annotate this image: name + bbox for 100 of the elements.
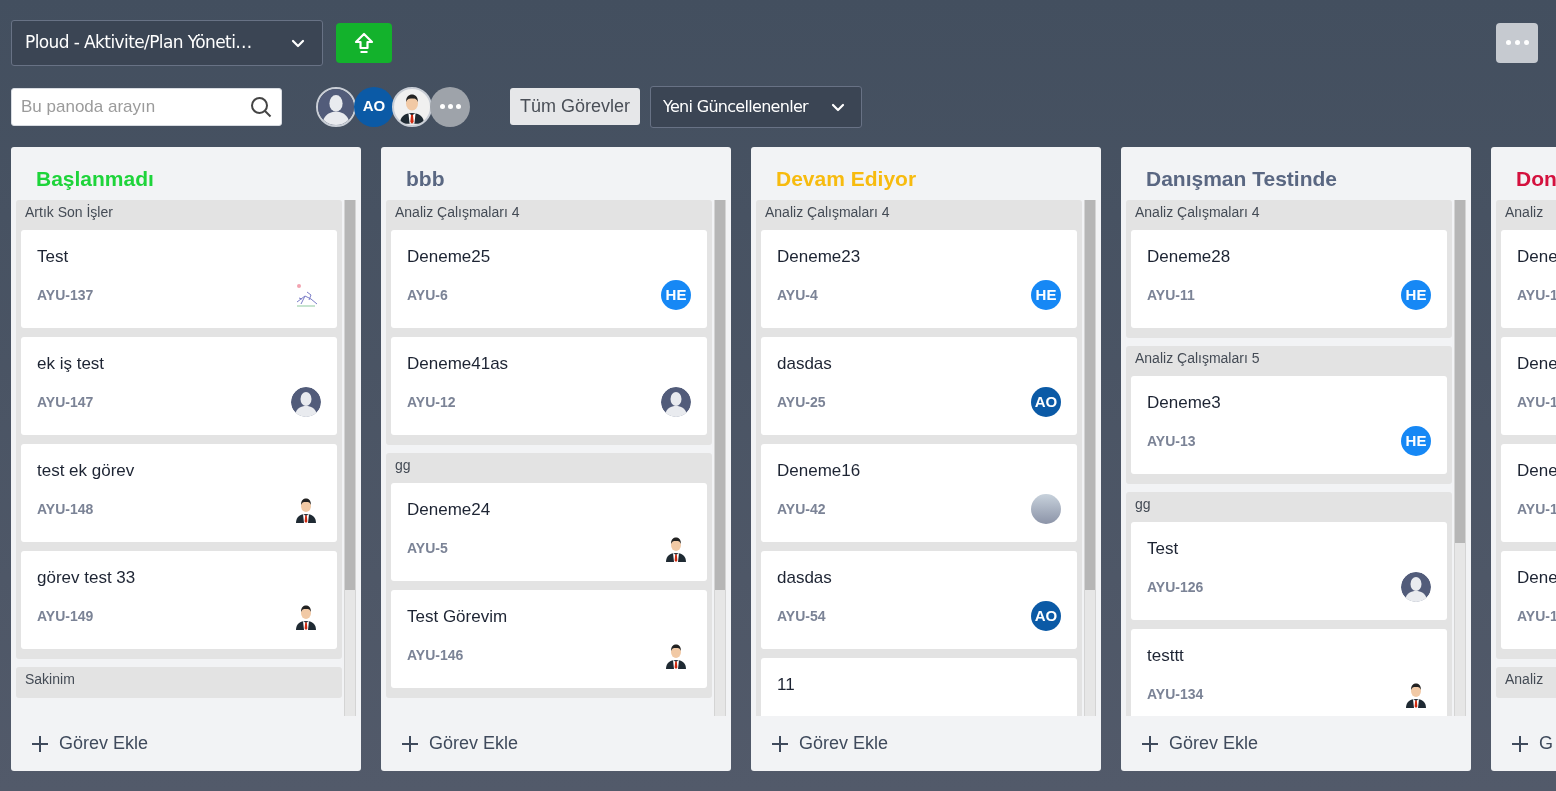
task-card[interactable]: Test Görevim AYU-146 <box>391 590 707 688</box>
task-title: dasdas <box>777 567 833 589</box>
task-id: AYU-148 <box>37 499 94 519</box>
task-id: AYU-134 <box>1147 684 1204 704</box>
task-id: AYU-5 <box>407 538 448 558</box>
task-title: Test <box>37 246 70 268</box>
task-card[interactable]: Test AYU-126 <box>1131 522 1447 620</box>
group-title: Analiz <box>1504 670 1545 689</box>
search-field[interactable]: Bu panoda arayın <box>11 87 282 126</box>
task-id: AYU-126 <box>1147 577 1204 597</box>
task-title: Deneme23 <box>777 246 862 268</box>
task-title: Deneme16 <box>777 460 862 482</box>
column-title: Danışman Testinde <box>1146 165 1337 192</box>
user-avatar: HE <box>1401 426 1431 456</box>
task-card[interactable]: testtt AYU-134 <box>1131 629 1447 716</box>
column-title: bbb <box>406 165 445 192</box>
group-title: Analiz Çalışmaları 4 <box>394 203 521 222</box>
task-card[interactable]: Deneme25 AYU-6 HE <box>391 230 707 328</box>
group-title: Analiz <box>1504 203 1545 222</box>
task-card[interactable]: dasdas AYU-54 AO <box>761 551 1077 649</box>
task-card[interactable]: Test AYU-137 <box>21 230 337 328</box>
add-task-button[interactable]: G <box>1491 716 1556 771</box>
sort-select[interactable]: Yeni Güncellenenler <box>650 85 863 128</box>
scrollbar[interactable] <box>714 200 726 716</box>
group-title: gg <box>394 456 412 475</box>
task-title: dasdas <box>777 353 833 375</box>
user-silhouette-icon <box>316 86 356 127</box>
user-avatar: HE <box>661 280 691 310</box>
upload-arrow-icon <box>353 31 375 54</box>
user-silhouette-icon <box>1401 572 1431 602</box>
user-silhouette-icon <box>661 387 691 417</box>
businessman-icon <box>392 86 432 127</box>
task-id: AYU-4 <box>777 285 818 305</box>
user-avatar: AO <box>1031 601 1061 631</box>
task-card[interactable]: Deneme16 AYU-42 <box>761 444 1077 542</box>
plus-icon <box>1511 734 1529 753</box>
plus-icon <box>401 734 419 753</box>
task-title: testtt <box>1147 645 1185 667</box>
user-avatar: HE <box>1031 280 1061 310</box>
task-card[interactable]: Deneme28 AYU-11 HE <box>1131 230 1447 328</box>
scrollbar[interactable] <box>1084 200 1096 716</box>
scrollbar[interactable] <box>1454 200 1466 716</box>
task-card[interactable]: ek iş test AYU-147 <box>21 337 337 435</box>
task-title: Dene <box>1517 460 1556 482</box>
task-id: AYU-147 <box>37 392 94 412</box>
add-task-button[interactable]: Görev Ekle <box>751 716 1101 771</box>
task-card[interactable]: dasdas AYU-25 AO <box>761 337 1077 435</box>
more-members-button[interactable] <box>430 86 470 127</box>
group-title: gg <box>1134 495 1152 514</box>
task-card[interactable]: görev test 33 AYU-149 <box>21 551 337 649</box>
task-id: AYU-42 <box>777 499 826 519</box>
group-title: Analiz Çalışmaları 4 <box>764 203 891 222</box>
task-card[interactable]: Deneme41as AYU-12 <box>391 337 707 435</box>
user-silhouette-icon <box>291 387 321 417</box>
search-icon <box>250 95 272 118</box>
task-card[interactable]: 11 <box>761 658 1077 716</box>
column-title: Don <box>1516 165 1556 192</box>
user-avatar: HE <box>1401 280 1431 310</box>
column-title: Devam Ediyor <box>776 165 917 192</box>
plus-icon <box>771 734 789 753</box>
task-id: AYU-137 <box>37 285 94 305</box>
board-select[interactable]: Ploud - Aktivite/Plan Yöneti… <box>11 19 323 66</box>
group-title: Sakinim <box>24 670 76 689</box>
task-title: 11 <box>777 674 796 696</box>
task-id: AYU-13 <box>1147 431 1196 451</box>
task-id: AYU-6 <box>407 285 448 305</box>
scrollbar[interactable] <box>344 200 356 716</box>
plus-icon <box>31 734 49 753</box>
user-avatar: AO <box>354 86 394 127</box>
more-options-button[interactable] <box>1496 22 1538 63</box>
plus-icon <box>1141 734 1159 753</box>
column-title: Başlanmadı <box>36 165 154 192</box>
add-task-button[interactable]: Görev Ekle <box>1121 716 1471 771</box>
group-title: Analiz Çalışmaları 4 <box>1134 203 1261 222</box>
task-card[interactable]: test ek görev AYU-148 <box>21 444 337 542</box>
add-task-button[interactable]: Görev Ekle <box>11 716 361 771</box>
task-id: AYU-149 <box>37 606 94 626</box>
task-card[interactable]: Deneme23 AYU-4 HE <box>761 230 1077 328</box>
task-title: Deneme25 <box>407 246 492 268</box>
task-id: AYU-12 <box>407 392 456 412</box>
task-id: AYU-146 <box>407 645 464 665</box>
task-id: AYU-11 <box>1147 285 1195 305</box>
task-title: Test <box>1147 538 1180 560</box>
group-title: Artık Son İşler <box>24 203 114 222</box>
group-title: Analiz Çalışmaları 5 <box>1134 349 1261 368</box>
task-title: Dene <box>1517 567 1556 589</box>
photo-placeholder <box>1031 494 1061 524</box>
add-task-button[interactable]: Görev Ekle <box>381 716 731 771</box>
task-title: Deneme3 <box>1147 392 1222 414</box>
task-id: AYU-25 <box>777 392 826 412</box>
user-avatar: AO <box>1031 387 1061 417</box>
all-tasks-button[interactable]: Tüm Görevler <box>510 88 641 125</box>
task-title: ek iş test <box>37 353 106 375</box>
task-card[interactable]: Deneme24 AYU-5 <box>391 483 707 581</box>
task-title: Test Görevim <box>407 606 509 628</box>
upload-button[interactable] <box>336 22 392 63</box>
task-card[interactable]: Deneme3 AYU-13 HE <box>1131 376 1447 474</box>
task-title: Deneme24 <box>407 499 492 521</box>
task-title: görev test 33 <box>37 567 137 589</box>
task-title: Dene <box>1517 246 1556 268</box>
